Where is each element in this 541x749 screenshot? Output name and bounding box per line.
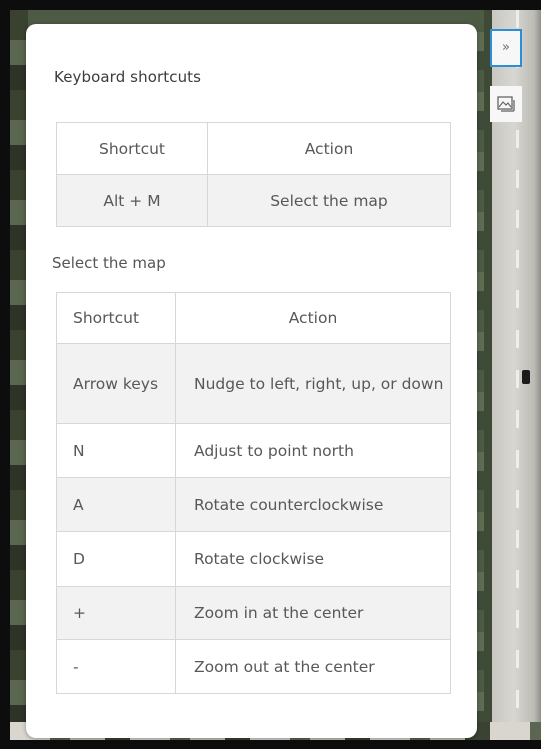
map-shortcuts-table: Shortcut Action Arrow keys Nudge to left… bbox=[56, 292, 451, 694]
column-header-action: Action bbox=[175, 292, 451, 344]
section-title: Select the map bbox=[52, 254, 166, 272]
action-cell: Zoom out at the center bbox=[175, 639, 451, 694]
shortcut-cell: + bbox=[56, 586, 176, 640]
table-header-row: Shortcut Action bbox=[56, 292, 451, 344]
table-row: N Adjust to point north bbox=[56, 423, 451, 478]
action-cell: Adjust to point north bbox=[175, 423, 451, 478]
panel-title: Keyboard shortcuts bbox=[54, 68, 202, 86]
general-shortcuts-table: Shortcut Action Alt + M Select the map bbox=[56, 122, 451, 227]
shortcut-cell: N bbox=[56, 423, 176, 478]
column-header-shortcut: Shortcut bbox=[56, 122, 208, 175]
map-vehicle bbox=[522, 370, 530, 384]
action-cell: Select the map bbox=[207, 174, 451, 227]
shortcut-cell: - bbox=[56, 639, 176, 694]
double-chevron-right-icon: » bbox=[502, 40, 510, 55]
basemap-gallery-icon bbox=[497, 96, 515, 112]
table-row: D Rotate clockwise bbox=[56, 531, 451, 587]
action-cell: Zoom in at the center bbox=[175, 586, 451, 640]
table-row: Arrow keys Nudge to left, right, up, or … bbox=[56, 343, 451, 424]
expand-button[interactable]: » bbox=[490, 29, 522, 67]
table-row: + Zoom in at the center bbox=[56, 586, 451, 640]
column-header-shortcut: Shortcut bbox=[56, 292, 176, 344]
column-header-action: Action bbox=[207, 122, 451, 175]
table-row: Alt + M Select the map bbox=[56, 174, 451, 227]
keyboard-shortcuts-panel: Keyboard shortcuts Shortcut Action Alt +… bbox=[26, 24, 477, 738]
action-cell: Rotate clockwise bbox=[175, 531, 451, 587]
table-row: - Zoom out at the center bbox=[56, 639, 451, 694]
action-cell: Rotate counterclockwise bbox=[175, 477, 451, 532]
action-cell: Nudge to left, right, up, or down bbox=[175, 343, 451, 424]
shortcut-cell: A bbox=[56, 477, 176, 532]
basemap-gallery-button[interactable] bbox=[490, 86, 522, 122]
shortcut-cell: Arrow keys bbox=[56, 343, 176, 424]
table-row: A Rotate counterclockwise bbox=[56, 477, 451, 532]
shortcut-cell: D bbox=[56, 531, 176, 587]
table-header-row: Shortcut Action bbox=[56, 122, 451, 175]
shortcut-cell: Alt + M bbox=[56, 174, 208, 227]
